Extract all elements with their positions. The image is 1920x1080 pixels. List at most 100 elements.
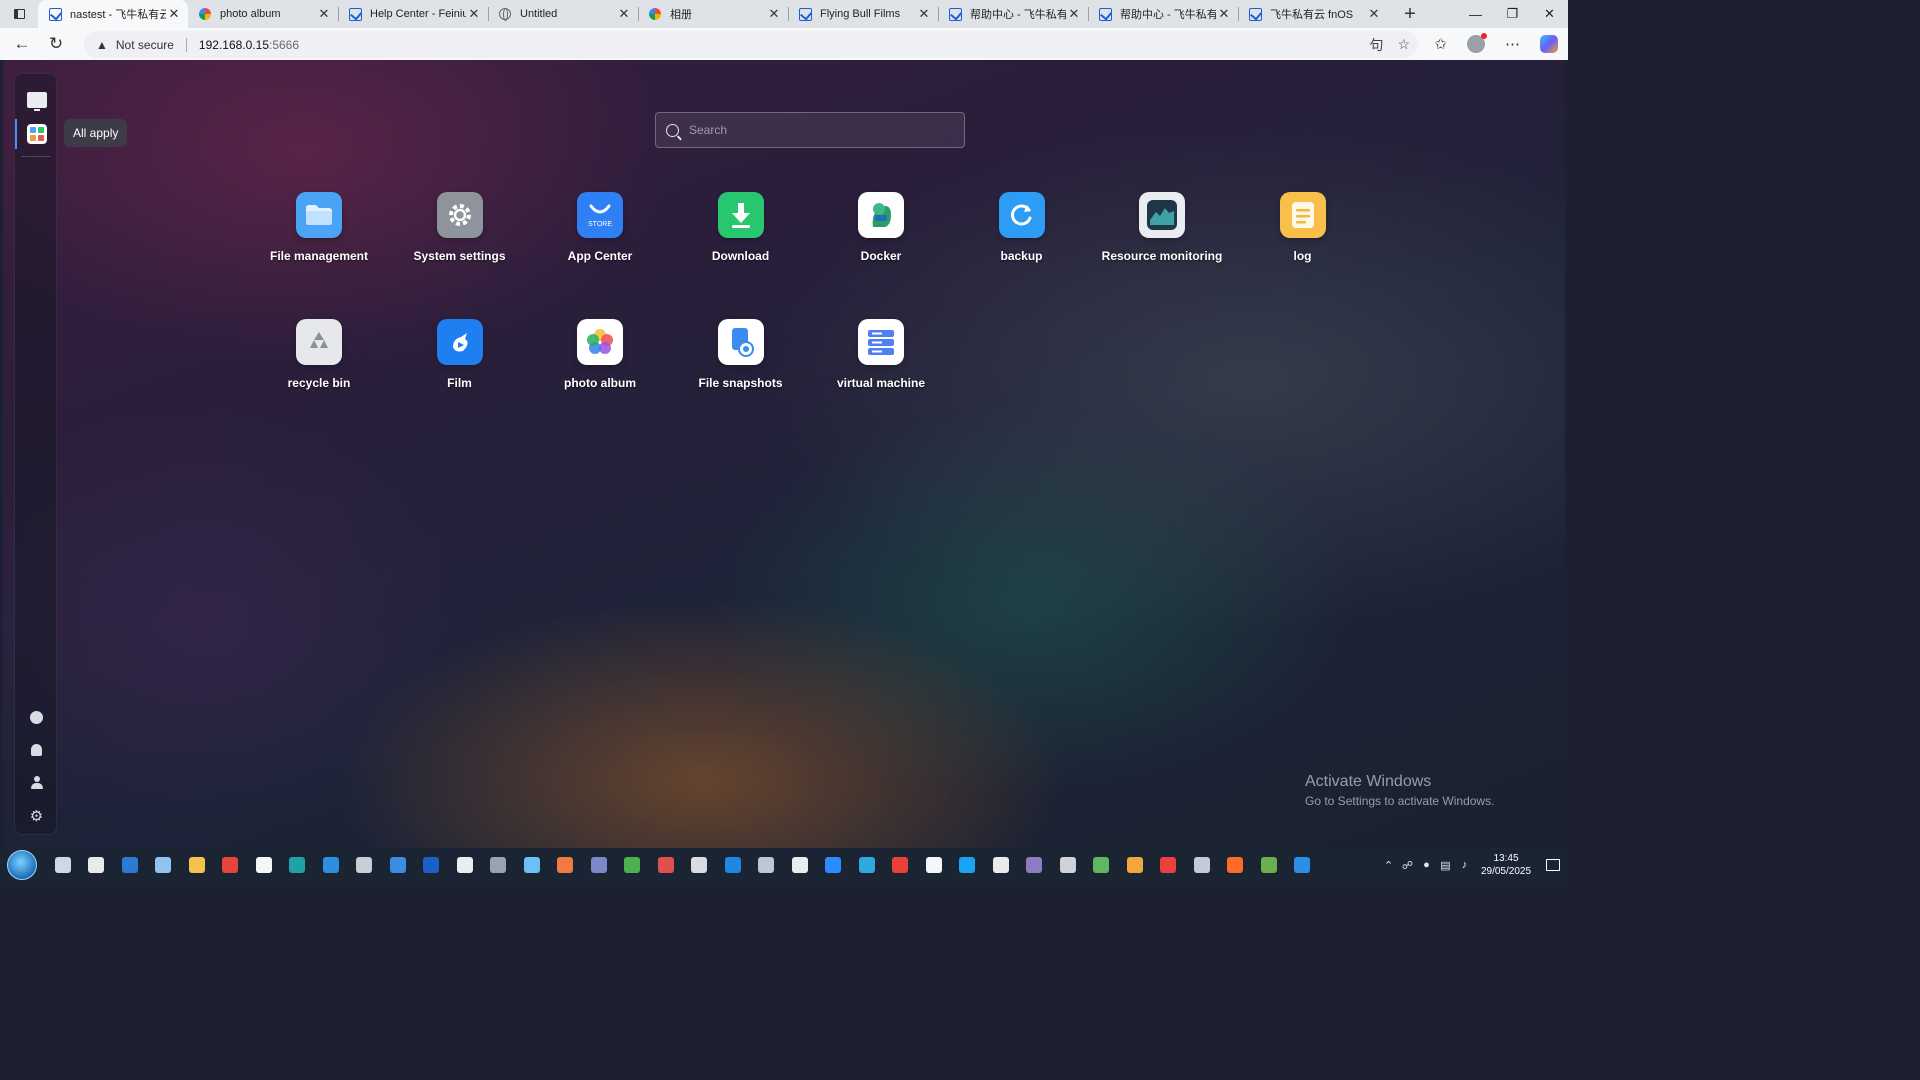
snapshot-icon[interactable] — [717, 319, 764, 365]
taskbar-app-icon[interactable] — [448, 848, 482, 882]
browser-tab[interactable]: Flying Bull Films ✕ — [788, 0, 938, 28]
taskbar-app-icon[interactable] — [180, 848, 214, 882]
photo-icon[interactable] — [577, 319, 623, 365]
taskbar-app-icon[interactable] — [683, 848, 717, 882]
browser-tab[interactable]: photo album ✕ — [188, 0, 338, 28]
minimize-button[interactable]: — — [1457, 0, 1494, 28]
taskbar-clock[interactable]: 13:45 29/05/2025 — [1474, 852, 1538, 878]
app-film[interactable]: Film — [390, 319, 530, 409]
app-label[interactable]: recycle bin — [288, 376, 351, 390]
app-label[interactable]: App Center — [568, 249, 633, 263]
show-desktop-button[interactable] — [26, 89, 48, 111]
tab-close-icon[interactable]: ✕ — [1216, 6, 1232, 22]
taskbar-app-icon[interactable] — [147, 848, 181, 882]
taskbar-app-icon[interactable] — [415, 848, 449, 882]
taskbar-app-icon[interactable] — [984, 848, 1018, 882]
app-label[interactable]: Docker — [861, 249, 902, 263]
warning-icon[interactable]: ▲ — [96, 38, 108, 52]
tab-close-icon[interactable]: ✕ — [916, 6, 932, 22]
tab-close-icon[interactable]: ✕ — [316, 6, 332, 22]
taskbar-app-icon[interactable] — [951, 848, 985, 882]
address-bar[interactable]: ▲ Not secure 192.168.0.15:5666 句 ☆ — [84, 31, 1418, 58]
docker-icon[interactable] — [858, 192, 904, 238]
close-window-button[interactable]: ✕ — [1531, 0, 1568, 28]
app-app-center[interactable]: STORE App Center — [530, 192, 670, 282]
restore-button[interactable]: ❐ — [1494, 0, 1531, 28]
search-input[interactable] — [689, 123, 939, 137]
tab-close-icon[interactable]: ✕ — [166, 6, 182, 22]
taskbar-app-icon[interactable] — [616, 848, 650, 882]
back-button[interactable]: ← — [6, 30, 38, 58]
taskbar-app-icon[interactable] — [1252, 848, 1286, 882]
taskbar-app-icon[interactable] — [716, 848, 750, 882]
taskbar-app-icon[interactable] — [917, 848, 951, 882]
app-system-settings[interactable]: System settings — [390, 192, 530, 282]
taskbar-app-icon[interactable] — [750, 848, 784, 882]
tab-actions-button[interactable] — [0, 0, 38, 28]
app-search-box[interactable] — [655, 112, 965, 148]
taskbar-app-icon[interactable] — [1018, 848, 1052, 882]
taskbar-app-icon[interactable] — [247, 848, 281, 882]
monitor-icon[interactable] — [1139, 192, 1185, 238]
taskbar-app-icon[interactable] — [850, 848, 884, 882]
taskbar-app-icon[interactable] — [381, 848, 415, 882]
tab-close-icon[interactable]: ✕ — [1366, 6, 1382, 22]
dock-status-button[interactable] — [15, 711, 58, 724]
taskbar-app-icon[interactable] — [582, 848, 616, 882]
taskbar-app-icon[interactable] — [884, 848, 918, 882]
taskbar-app-icon[interactable] — [1219, 848, 1253, 882]
vm-icon[interactable] — [858, 319, 904, 365]
recycle-icon[interactable] — [296, 319, 342, 365]
app-label[interactable]: File management — [270, 249, 368, 263]
app-label[interactable]: backup — [1000, 249, 1042, 263]
app-log[interactable]: log — [1233, 192, 1373, 282]
dock-settings-button[interactable]: ⚙ — [15, 807, 58, 825]
taskbar-app-icon[interactable] — [348, 848, 382, 882]
taskbar-app-icon[interactable] — [1118, 848, 1152, 882]
browser-tab[interactable]: 飞牛私有云 fnOS ✕ — [1238, 0, 1388, 28]
app-backup[interactable]: backup — [952, 192, 1092, 282]
app-label[interactable]: System settings — [413, 249, 505, 263]
gear-icon[interactable] — [436, 192, 483, 238]
taskbar-app-icon[interactable] — [1051, 848, 1085, 882]
taskbar-app-icon[interactable] — [649, 848, 683, 882]
app-label[interactable]: Download — [712, 249, 769, 263]
tab-close-icon[interactable]: ✕ — [1066, 6, 1082, 22]
app-resource-monitoring[interactable]: Resource monitoring — [1092, 192, 1232, 282]
new-tab-button[interactable]: + — [1392, 0, 1428, 28]
all-apps-button[interactable] — [26, 123, 48, 145]
browser-tab[interactable]: 帮助中心 - 飞牛私有云✕ — [1088, 0, 1238, 28]
tray-volume-icon[interactable]: ♪ — [1455, 859, 1474, 871]
app-download[interactable]: Download — [671, 192, 811, 282]
tray-chevron-icon[interactable]: ⌃ — [1379, 859, 1398, 872]
tab-close-icon[interactable]: ✕ — [616, 6, 632, 22]
app-file-management[interactable]: File management — [249, 192, 389, 282]
taskbar-app-icon[interactable] — [314, 848, 348, 882]
taskbar-app-icon[interactable] — [1152, 848, 1186, 882]
taskbar-app-icon[interactable] — [113, 848, 147, 882]
taskbar-app-icon[interactable] — [482, 848, 516, 882]
taskbar-app-icon[interactable] — [1286, 848, 1320, 882]
taskbar-app-icon[interactable] — [281, 848, 315, 882]
folder-icon[interactable] — [296, 192, 342, 238]
favorite-star-icon[interactable]: ☆ — [1397, 36, 1410, 53]
taskbar-app-icon[interactable] — [46, 848, 80, 882]
taskbar-app-icon[interactable] — [549, 848, 583, 882]
profile-avatar[interactable] — [1467, 33, 1487, 53]
taskbar-app-icon[interactable] — [214, 848, 248, 882]
browser-tab[interactable]: nastest - 飞牛私有云fnOS✕ — [38, 0, 188, 28]
app-recycle-bin[interactable]: recycle bin — [249, 319, 389, 409]
app-label[interactable]: File snapshots — [698, 376, 782, 390]
taskbar-app-icon[interactable] — [1185, 848, 1219, 882]
app-file-snapshots[interactable]: File snapshots — [671, 319, 811, 409]
tray-microphone-icon[interactable]: ● — [1417, 859, 1436, 871]
reload-button[interactable]: ↻ — [40, 30, 72, 58]
taskbar-app-icon[interactable] — [783, 848, 817, 882]
security-status[interactable]: Not secure — [116, 38, 174, 52]
browser-tab[interactable]: Help Center - Feiniu Private Cloud✕ — [338, 0, 488, 28]
app-photo-album[interactable]: photo album — [530, 319, 670, 409]
backup-icon[interactable] — [998, 192, 1045, 238]
tray-network-icon[interactable]: ☍ — [1398, 859, 1417, 872]
taskbar-app-icon[interactable] — [1085, 848, 1119, 882]
tray-wifi-icon[interactable]: ▤ — [1436, 859, 1455, 872]
